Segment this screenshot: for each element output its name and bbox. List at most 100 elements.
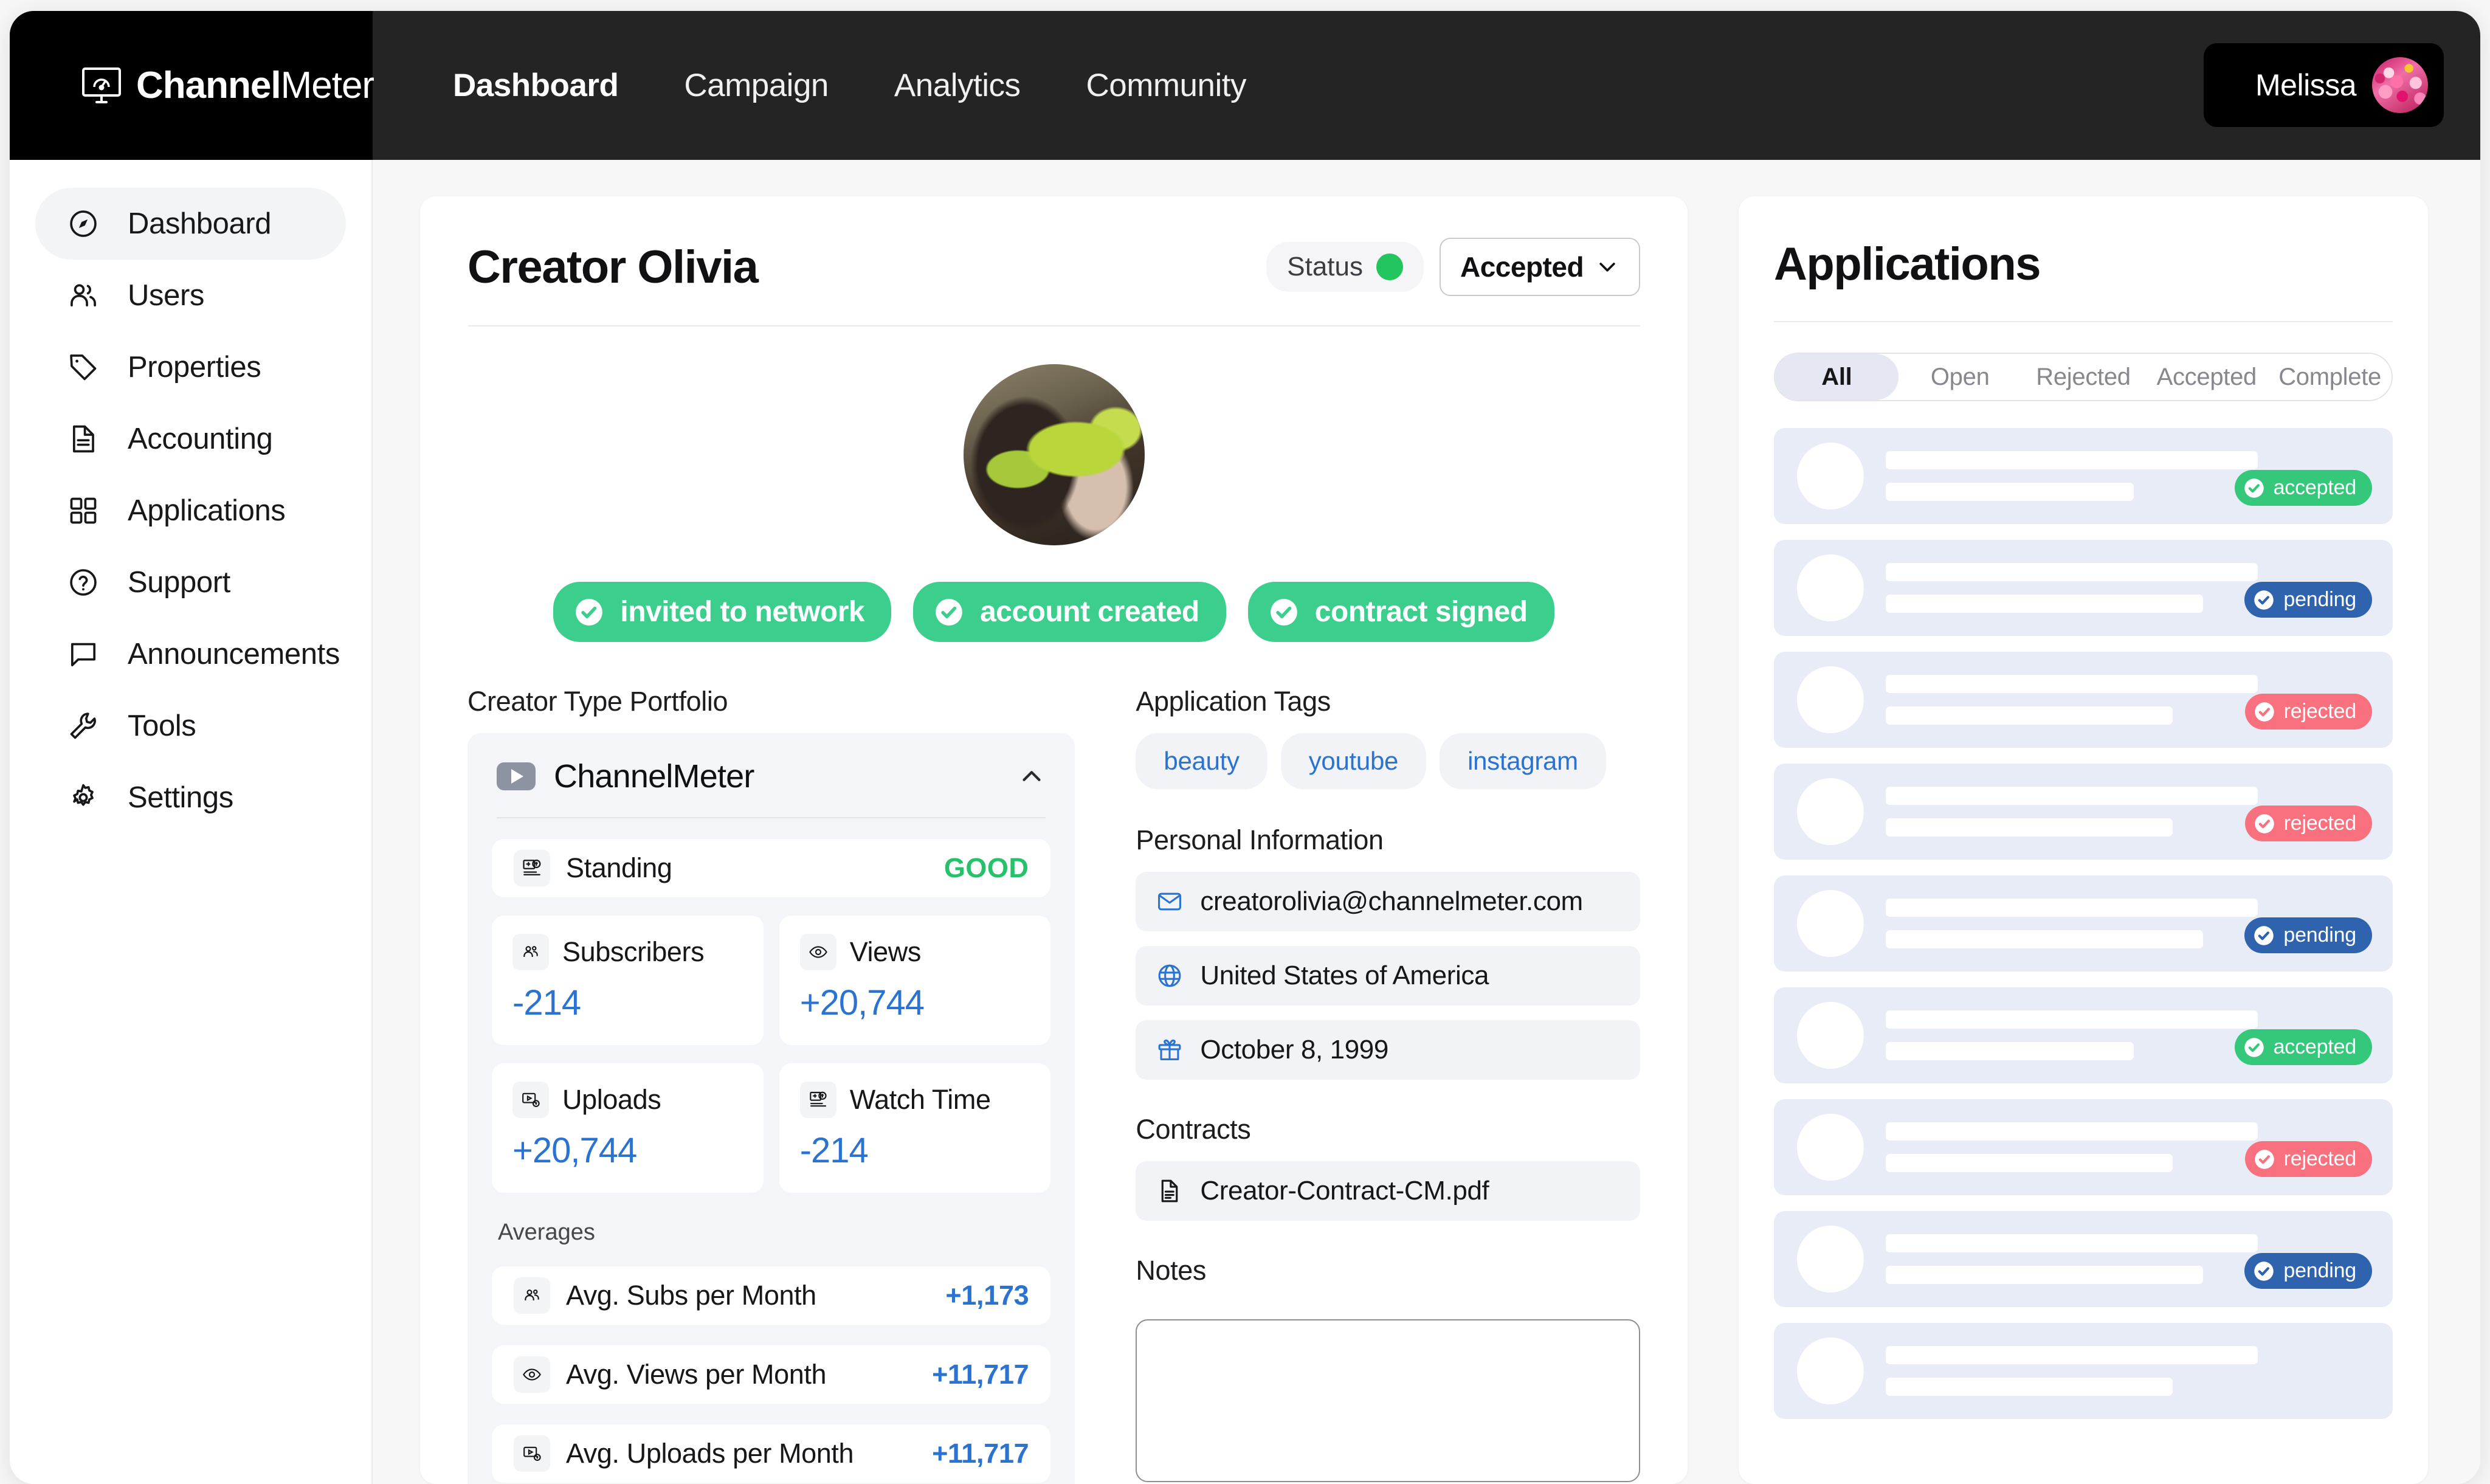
avatar <box>2372 57 2428 113</box>
subscribers-icon <box>512 934 549 970</box>
sidebar-item-properties[interactable]: Properties <box>35 331 346 403</box>
status-badge: pending <box>2244 917 2372 953</box>
eye-icon <box>799 934 836 970</box>
sidebar-item-accounting[interactable]: Accounting <box>35 403 346 475</box>
milestone-chip-label: account created <box>980 596 1199 628</box>
portfolio-section-label: Creator Type Portfolio <box>467 686 728 717</box>
sidebar-item-announcements[interactable]: Announcements <box>35 618 346 690</box>
gift-icon <box>1158 1040 1181 1060</box>
portfolio-channel-name: ChannelMeter <box>554 758 754 795</box>
skeleton-bar <box>1886 1378 2173 1396</box>
personal-info-country[interactable]: United States of America <box>1136 946 1640 1006</box>
tab-open[interactable]: Open <box>1899 354 2022 400</box>
portfolio-channel-header[interactable]: ChannelMeter <box>492 758 1050 817</box>
watch-time-icon <box>799 1082 836 1118</box>
page-title: Creator Olivia <box>467 241 759 293</box>
portfolio-divider <box>497 817 1046 818</box>
nav-item-community[interactable]: Community <box>1054 67 1280 104</box>
nav-item-dashboard[interactable]: Dashboard <box>420 67 651 104</box>
list-item[interactable]: rejected <box>1774 652 2393 748</box>
tab-all[interactable]: All <box>1775 354 1899 400</box>
averages-label: Averages <box>498 1220 595 1245</box>
chevron-down-icon <box>1599 263 1615 272</box>
notes-textarea[interactable] <box>1136 1319 1640 1482</box>
sidebar-item-users[interactable]: Users <box>35 260 346 331</box>
tab-rejected[interactable]: Rejected <box>2022 354 2145 400</box>
youtube-play-icon <box>497 762 536 790</box>
average-label: Avg. Views per Month <box>566 1359 827 1390</box>
status-dropdown[interactable]: Accepted <box>1440 238 1640 296</box>
stat-value: +20,744 <box>512 1131 637 1170</box>
milestone-chip-account[interactable]: account created <box>913 582 1226 642</box>
sidebar-item-applications[interactable]: Applications <box>35 475 346 547</box>
sidebar-item-tools[interactable]: Tools <box>35 690 346 762</box>
avatar <box>1797 1226 1864 1292</box>
applications-filter-tabs: All Open Rejected Accepted Complete <box>1774 353 2393 401</box>
skeleton-bar <box>1886 899 2258 917</box>
standing-value: GOOD <box>943 852 1029 883</box>
sidebar-item-support[interactable]: Support <box>35 547 346 618</box>
check-circle-icon <box>576 598 603 626</box>
applications-title: Applications <box>1774 238 2041 290</box>
tab-complete[interactable]: Complete <box>2268 354 2392 400</box>
skeleton-bar <box>1886 595 2203 613</box>
creator-portrait-image <box>963 364 1145 545</box>
creator-body-columns: Creator Type Portfolio ChannelMeter Stan… <box>467 686 1640 1484</box>
tag-youtube[interactable]: youtube <box>1280 733 1427 789</box>
chevron-up-icon[interactable] <box>1018 762 1046 790</box>
avatar <box>1797 1114 1864 1181</box>
personal-info-email[interactable]: creatorolivia@channelmeter.com <box>1136 872 1640 931</box>
nav-item-analytics[interactable]: Analytics <box>861 67 1054 104</box>
status-dot-icon <box>1376 254 1403 280</box>
sidebar-item-dashboard[interactable]: Dashboard <box>35 188 346 260</box>
sidebar-item-label: Support <box>128 566 230 599</box>
list-item[interactable]: rejected <box>1774 1099 2393 1195</box>
brand-name-bold: Channel <box>136 64 281 106</box>
applications-list: accepted pending rejected rejected pendi… <box>1774 428 2393 1419</box>
list-item[interactable]: accepted <box>1774 428 2393 524</box>
average-row-subs: Avg. Subs per Month +1,173 <box>492 1266 1051 1325</box>
user-menu[interactable]: Melissa <box>2204 43 2444 127</box>
check-circle-icon <box>2254 702 2274 722</box>
sidebar-item-settings[interactable]: Settings <box>35 762 346 833</box>
stat-card-watch-time: Watch Time -214 <box>779 1063 1051 1193</box>
list-item[interactable]: accepted <box>1774 987 2393 1083</box>
milestone-chip-contract[interactable]: contract signed <box>1247 582 1554 642</box>
contract-item[interactable]: Creator-Contract-CM.pdf <box>1136 1161 1640 1221</box>
stat-value: +20,744 <box>799 983 925 1023</box>
list-item[interactable]: pending <box>1774 875 2393 972</box>
top-navigation-bar: ChannelMeter Dashboard Campaign Analytic… <box>10 11 2480 160</box>
list-item[interactable]: pending <box>1774 1211 2393 1307</box>
milestone-chip-invited[interactable]: invited to network <box>553 582 892 642</box>
skeleton-bar <box>1886 1234 2258 1252</box>
average-row-views: Avg. Views per Month +11,717 <box>492 1345 1051 1404</box>
stat-card-header: Views <box>799 934 1030 970</box>
tag-instagram[interactable]: instagram <box>1440 733 1606 789</box>
details-column: Application Tags beauty youtube instagra… <box>1136 686 1640 1484</box>
status-badge-label: rejected <box>2283 1147 2357 1170</box>
skeleton-bar <box>1886 451 2258 469</box>
list-item[interactable] <box>1774 1323 2393 1419</box>
stat-card-subscribers: Subscribers -214 <box>492 916 764 1045</box>
stat-label: Views <box>849 936 922 967</box>
tag-beauty[interactable]: beauty <box>1136 733 1267 789</box>
avatar <box>1797 778 1864 845</box>
standing-row: Standing GOOD <box>492 839 1051 897</box>
check-circle-icon <box>2254 1149 2274 1169</box>
brand-logo[interactable]: ChannelMeter <box>10 11 374 160</box>
list-item[interactable]: rejected <box>1774 764 2393 860</box>
tab-accepted[interactable]: Accepted <box>2145 354 2268 400</box>
nav-item-campaign[interactable]: Campaign <box>651 67 861 104</box>
check-circle-icon <box>2254 925 2274 945</box>
speech-bubble-icon <box>64 635 102 673</box>
file-icon <box>1162 1179 1178 1203</box>
stat-label: Watch Time <box>849 1084 991 1115</box>
personal-info-birthday[interactable]: October 8, 1999 <box>1136 1020 1640 1080</box>
average-row-uploads: Avg. Uploads per Month +11,717 <box>492 1424 1051 1483</box>
app-window: ChannelMeter Dashboard Campaign Analytic… <box>10 11 2480 1484</box>
status-badge: rejected <box>2244 1141 2372 1177</box>
monitor-gauge-icon <box>81 67 122 105</box>
list-item[interactable]: pending <box>1774 540 2393 636</box>
personal-info-value: United States of America <box>1200 961 1489 990</box>
sidebar-item-label: Accounting <box>128 423 273 455</box>
